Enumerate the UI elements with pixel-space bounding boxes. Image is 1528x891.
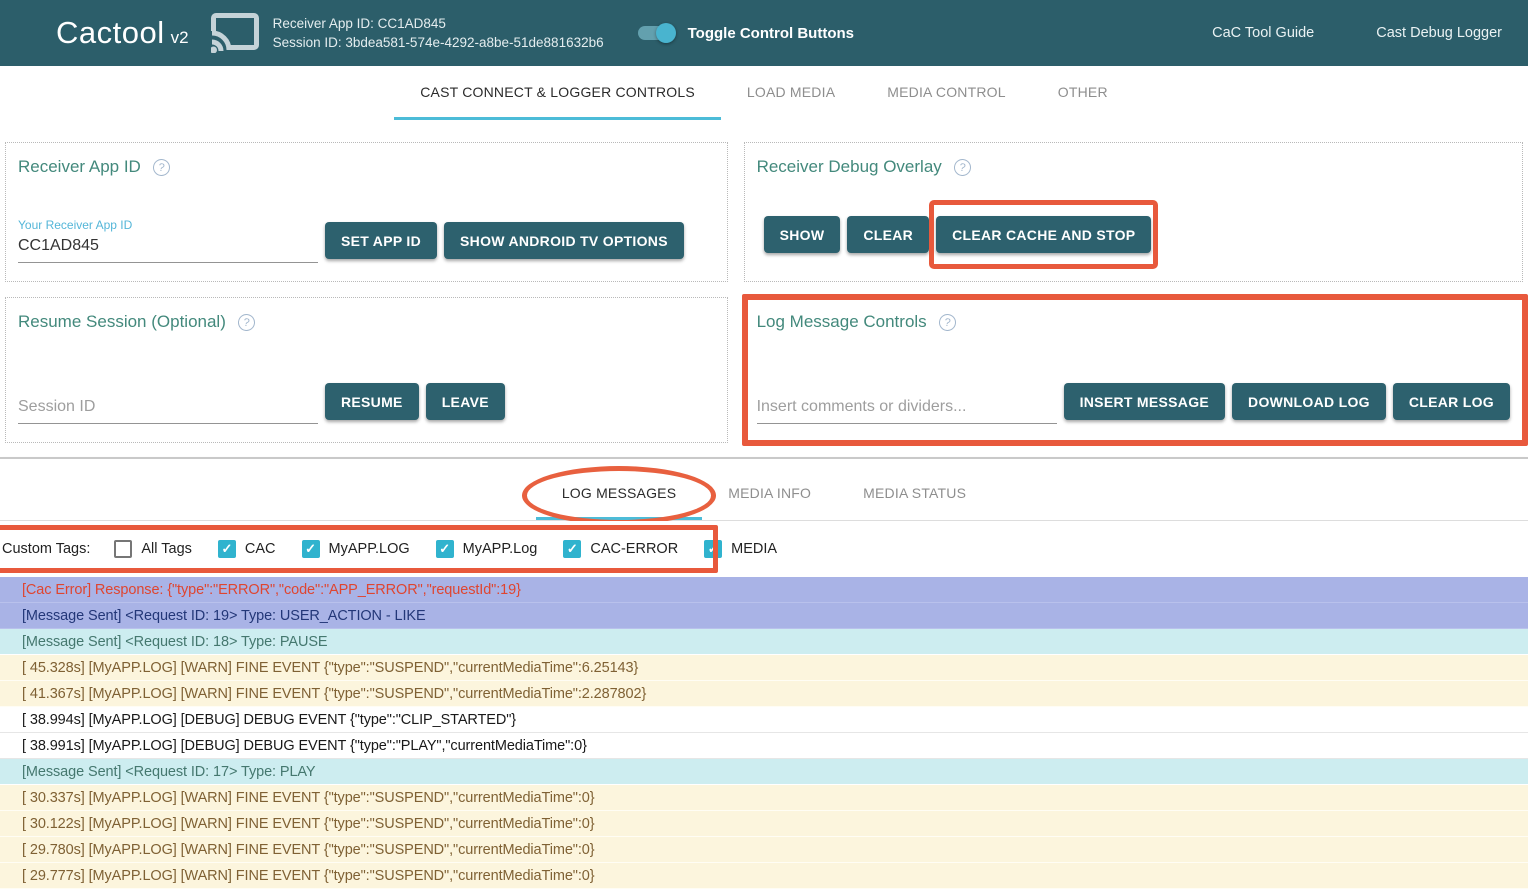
checked-checkbox-icon[interactable] (704, 540, 722, 558)
clear-log-button[interactable]: CLEAR LOG (1393, 383, 1510, 420)
log-tabbar: LOG MESSAGESMEDIA INFOMEDIA STATUS (0, 459, 1528, 521)
help-icon[interactable] (953, 157, 972, 176)
checked-checkbox-icon[interactable] (218, 540, 236, 558)
toggle-control-buttons-label: Toggle Control Buttons (688, 25, 854, 42)
log-row-sent: [Message Sent] <Request ID: 17> Type: PL… (0, 759, 1528, 785)
link-cac-tool-guide[interactable]: CaC Tool Guide (1212, 25, 1314, 41)
receiver-app-id-value: CC1AD845 (378, 16, 446, 31)
app-name: Cactool (56, 15, 165, 51)
log-row-error: [Cac Error] Response: {"type":"ERROR","c… (0, 577, 1528, 603)
log-comment-input[interactable] (757, 395, 1057, 424)
session-id-input[interactable] (18, 395, 318, 424)
clear-button[interactable]: CLEAR (847, 216, 929, 253)
tab-other[interactable]: OTHER (1032, 66, 1134, 120)
receiver-app-id-input-label: Your Receiver App ID (18, 218, 318, 234)
tab-media-control[interactable]: MEDIA CONTROL (861, 66, 1032, 120)
log-row-debug: [ 38.991s] [MyAPP.LOG] [DEBUG] DEBUG EVE… (0, 733, 1528, 759)
custom-tags-label: Custom Tags: (2, 541, 90, 557)
leave-button[interactable]: LEAVE (426, 383, 505, 420)
show-android-tv-options-button[interactable]: SHOW ANDROID TV OPTIONS (444, 222, 684, 259)
tab-cast-connect-logger-controls[interactable]: CAST CONNECT & LOGGER CONTROLS (394, 66, 721, 120)
switch-thumb (656, 23, 676, 43)
tag-label: MyAPP.Log (463, 541, 538, 557)
panel-title: Log Message Controls (757, 312, 927, 332)
tab-log-messages[interactable]: LOG MESSAGES (536, 468, 702, 520)
checked-checkbox-icon[interactable] (563, 540, 581, 558)
log-row-debug: [ 38.994s] [MyAPP.LOG] [DEBUG] DEBUG EVE… (0, 707, 1528, 733)
help-icon[interactable] (237, 312, 256, 331)
clear-cache-and-stop-button[interactable]: CLEAR CACHE AND STOP (936, 216, 1151, 253)
checked-checkbox-icon[interactable] (436, 540, 454, 558)
panel-receiver-app-id: Receiver App ID Your Receiver App ID SET… (5, 142, 728, 282)
app-header: Cactool v2 Receiver App ID: CC1AD845 Ses… (0, 0, 1528, 66)
tag-label: MEDIA (731, 541, 777, 557)
tag-label: MyAPP.LOG (329, 541, 410, 557)
tag-filter-myapp-log[interactable]: MyAPP.LOG (302, 540, 410, 558)
panel-resume-session: Resume Session (Optional) RESUMELEAVE (5, 297, 728, 443)
custom-tags-bar: Custom Tags: All Tags CAC MyAPP.LOG MyAPP.L… (0, 521, 1528, 577)
insert-message-button[interactable]: INSERT MESSAGE (1064, 383, 1225, 420)
tag-filter-all-tags[interactable]: All Tags (114, 540, 192, 558)
receiver-app-id-input[interactable] (18, 234, 318, 263)
panel-title: Resume Session (Optional) (18, 312, 226, 332)
log-row-sent: [Message Sent] <Request ID: 18> Type: PA… (0, 629, 1528, 655)
annotation-ellipse-log-messages (522, 466, 716, 525)
tab-media-status[interactable]: MEDIA STATUS (837, 468, 992, 520)
link-cast-debug-logger[interactable]: Cast Debug Logger (1376, 25, 1502, 41)
log-row-warn: [ 30.337s] [MyAPP.LOG] [WARN] FINE EVENT… (0, 785, 1528, 811)
download-log-button[interactable]: DOWNLOAD LOG (1232, 383, 1386, 420)
panel-title: Receiver App ID (18, 157, 141, 177)
app-logo: Cactool v2 (56, 15, 189, 51)
set-app-id-button[interactable]: SET APP ID (325, 222, 437, 259)
tag-filter-cac-error[interactable]: CAC-ERROR (563, 540, 678, 558)
unchecked-checkbox-icon[interactable] (114, 540, 132, 558)
resume-button[interactable]: RESUME (325, 383, 419, 420)
tag-filter-media[interactable]: MEDIA (704, 540, 777, 558)
session-info: Receiver App ID: CC1AD845 Session ID: 3b… (273, 14, 604, 52)
control-panels: Receiver App ID Your Receiver App ID SET… (5, 142, 1523, 443)
tab-load-media[interactable]: LOAD MEDIA (721, 66, 861, 120)
help-icon[interactable] (152, 157, 171, 176)
session-id-label: Session ID: (273, 35, 342, 50)
log-message-list: [Cac Error] Response: {"type":"ERROR","c… (0, 577, 1528, 889)
tag-label: All Tags (141, 541, 192, 557)
log-row-warn: [ 29.780s] [MyAPP.LOG] [WARN] FINE EVENT… (0, 837, 1528, 863)
checked-checkbox-icon[interactable] (302, 540, 320, 558)
tag-label: CAC (245, 541, 276, 557)
tab-media-info[interactable]: MEDIA INFO (702, 468, 837, 520)
tag-filter-myapp-log[interactable]: MyAPP.Log (436, 540, 538, 558)
receiver-app-id-label: Receiver App ID: (273, 16, 374, 31)
app-version: v2 (171, 28, 189, 48)
log-row-warn: [ 41.367s] [MyAPP.LOG] [WARN] FINE EVENT… (0, 681, 1528, 707)
main-tabbar: CAST CONNECT & LOGGER CONTROLSLOAD MEDIA… (0, 66, 1528, 120)
session-id-value: 3bdea581-574e-4292-a8be-51de881632b6 (345, 35, 603, 50)
help-icon[interactable] (938, 312, 957, 331)
tag-filter-cac[interactable]: CAC (218, 540, 276, 558)
panel-log-message-controls: Log Message Controls INSERT MESSAGEDOWNL… (744, 297, 1523, 443)
toggle-control-buttons-switch[interactable] (638, 26, 672, 40)
panel-receiver-debug-overlay: Receiver Debug Overlay SHOWCLEARCLEAR CA… (744, 142, 1523, 282)
tag-label: CAC-ERROR (590, 541, 678, 557)
log-row-warn: [ 30.122s] [MyAPP.LOG] [WARN] FINE EVENT… (0, 811, 1528, 837)
chromecast-icon (211, 13, 259, 53)
show-button[interactable]: SHOW (764, 216, 841, 253)
log-row-warn: [ 45.328s] [MyAPP.LOG] [WARN] FINE EVENT… (0, 655, 1528, 681)
panel-title: Receiver Debug Overlay (757, 157, 942, 177)
log-row-warn: [ 29.777s] [MyAPP.LOG] [WARN] FINE EVENT… (0, 863, 1528, 889)
log-row-sent-action: [Message Sent] <Request ID: 19> Type: US… (0, 603, 1528, 629)
